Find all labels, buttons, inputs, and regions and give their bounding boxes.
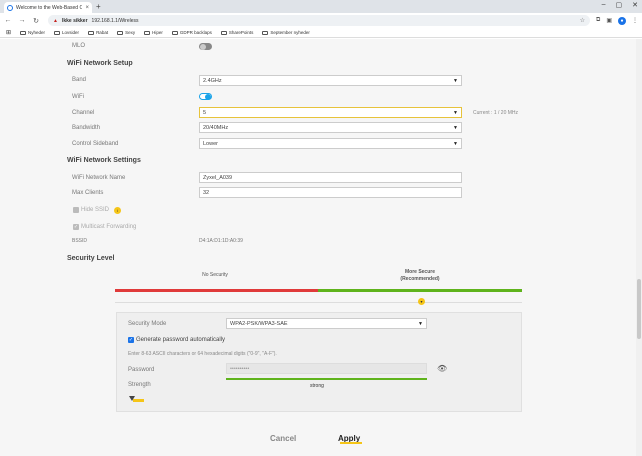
- reload-icon[interactable]: ↻: [32, 17, 40, 25]
- wifi-label: WiFi: [72, 94, 84, 100]
- mlo-label: MLO: [72, 43, 86, 49]
- strength-bar: [226, 378, 427, 380]
- info-icon[interactable]: i: [114, 207, 121, 214]
- chevron-down-icon: ▼: [453, 140, 458, 147]
- band-label: Band: [72, 77, 87, 83]
- bookmarks-bar: ⊞ Nyheder Lovsider Rabat Sexy Hiper GDPR…: [0, 28, 642, 38]
- more-secure-label: More Secure: [404, 269, 435, 275]
- bookmark-item[interactable]: Hiper: [144, 30, 163, 35]
- max-clients-input[interactable]: 32: [199, 187, 462, 198]
- mlo-toggle[interactable]: [199, 43, 212, 50]
- max-clients-label: Max Clients: [72, 190, 104, 196]
- page-scrollbar[interactable]: [636, 39, 642, 456]
- channel-current: Current : 1 / 20 MHz: [473, 110, 519, 116]
- sideband-select[interactable]: Lower ▼: [199, 138, 462, 149]
- profile-avatar[interactable]: ●: [618, 16, 626, 25]
- network-name-input[interactable]: Zyxel_A039: [199, 172, 462, 183]
- bookmark-item[interactable]: Nyheder: [20, 30, 45, 35]
- strength-value: strong: [310, 383, 324, 389]
- expand-chevron-icon[interactable]: ▾: [418, 298, 425, 305]
- bookmark-star-icon[interactable]: ☆: [580, 17, 585, 24]
- menu-icon[interactable]: ⋮: [632, 17, 638, 24]
- tab-strip: Welcome to the Web-Based Configurator × …: [0, 0, 642, 13]
- security-level-heading: Security Level: [67, 255, 115, 262]
- window-close-icon[interactable]: ✕: [632, 1, 638, 9]
- security-label: Ikke sikker: [61, 17, 88, 24]
- strength-label: Strength: [128, 382, 151, 388]
- wifi-settings-heading: WiFi Network Settings: [67, 157, 141, 164]
- security-mode-select[interactable]: WPA2-PSK/WPA3-SAE ▼: [226, 318, 427, 329]
- hide-ssid-checkbox[interactable]: [73, 207, 79, 213]
- extensions-icon[interactable]: ⧉: [596, 17, 600, 24]
- multicast-label: Multicast Forwarding: [81, 224, 137, 230]
- back-icon[interactable]: ←: [4, 17, 12, 24]
- chevron-down-icon: ▼: [453, 124, 458, 131]
- tab-favicon-icon: [7, 4, 13, 11]
- sidepanel-icon[interactable]: ▣: [606, 17, 612, 24]
- hide-ssid-label: Hide SSID: [81, 207, 110, 213]
- folder-icon: [117, 30, 124, 35]
- generate-password-label: Generate password automatically: [136, 337, 226, 343]
- maximize-icon[interactable]: ▢: [616, 1, 623, 9]
- forward-icon[interactable]: →: [18, 17, 26, 24]
- channel-select[interactable]: 5 ▼: [199, 107, 462, 118]
- not-secure-icon[interactable]: ▲: [53, 18, 58, 24]
- chevron-down-icon: ▼: [418, 320, 423, 327]
- security-mode-label: Security Mode: [128, 321, 167, 327]
- bookmark-item[interactable]: GDPR backlaps: [171, 30, 212, 35]
- security-bar-high[interactable]: [318, 289, 522, 292]
- password-hint: Enter 8-63 ASCII characters or 64 hexade…: [128, 351, 277, 357]
- toggle-knob: [205, 94, 211, 100]
- folder-icon: [88, 30, 95, 35]
- bookmark-item[interactable]: SharePoints: [220, 30, 253, 35]
- show-password-eye-icon[interactable]: 👁: [437, 364, 447, 373]
- bookmark-item[interactable]: Rabat: [88, 30, 108, 35]
- band-select[interactable]: 2.4GHz ▼: [199, 75, 462, 86]
- folder-icon: [54, 30, 61, 35]
- security-bar-low[interactable]: [115, 289, 318, 292]
- bookmark-item[interactable]: Sexy: [117, 30, 135, 35]
- no-security-label: No Security: [202, 272, 228, 278]
- apps-icon[interactable]: ⊞: [6, 29, 11, 36]
- minimize-icon[interactable]: –: [602, 1, 606, 9]
- password-input[interactable]: ••••••••••: [226, 363, 427, 374]
- scrollbar-thumb[interactable]: [637, 279, 641, 339]
- bookmark-item[interactable]: Lovsider: [54, 30, 79, 35]
- folder-icon: [262, 30, 269, 35]
- channel-label: Channel: [72, 110, 95, 116]
- multicast-checkbox[interactable]: ✓: [73, 224, 79, 230]
- generate-password-checkbox[interactable]: ✓: [128, 337, 134, 343]
- browser-tab[interactable]: Welcome to the Web-Based Configurator ×: [4, 2, 92, 13]
- wifi-toggle[interactable]: [199, 93, 212, 100]
- network-name-label: WiFi Network Name: [72, 175, 126, 181]
- address-bar[interactable]: ▲ Ikke sikker 192.168.1.1/Wireless ☆: [48, 15, 591, 26]
- password-label: Password: [128, 367, 155, 373]
- tab-close-icon[interactable]: ×: [85, 5, 89, 11]
- new-tab-button[interactable]: +: [96, 2, 101, 11]
- folder-icon: [220, 30, 227, 35]
- folder-icon: [20, 30, 27, 35]
- window-controls: – ▢ ✕: [602, 1, 638, 9]
- tab-title: Welcome to the Web-Based Configurator: [16, 4, 83, 11]
- recommended-label: (Recommended): [400, 276, 440, 282]
- apply-underline: [340, 442, 362, 444]
- cursor-icon: [129, 396, 145, 402]
- bssid-value: D4:1A:D1:1D:A0:39: [199, 238, 243, 244]
- bandwidth-select[interactable]: 20/40MHz ▼: [199, 122, 462, 133]
- cancel-button[interactable]: Cancel: [270, 434, 296, 443]
- url-text: 192.168.1.1/Wireless: [91, 17, 139, 24]
- chevron-down-icon: ▼: [453, 77, 458, 84]
- chevron-down-icon: ▼: [453, 109, 458, 116]
- browser-toolbar: ← → ↻ ▲ Ikke sikker 192.168.1.1/Wireless…: [0, 13, 642, 28]
- toggle-knob: [199, 43, 206, 50]
- sideband-label: Control Sideband: [72, 141, 119, 147]
- bandwidth-label: Bandwidth: [72, 125, 101, 131]
- bssid-label: BSSID: [72, 238, 88, 244]
- folder-icon: [171, 30, 178, 35]
- bookmark-item[interactable]: September nyheder: [262, 30, 310, 35]
- wifi-setup-heading: WiFi Network Setup: [67, 60, 133, 67]
- folder-icon: [144, 30, 151, 35]
- security-divider: [115, 302, 522, 303]
